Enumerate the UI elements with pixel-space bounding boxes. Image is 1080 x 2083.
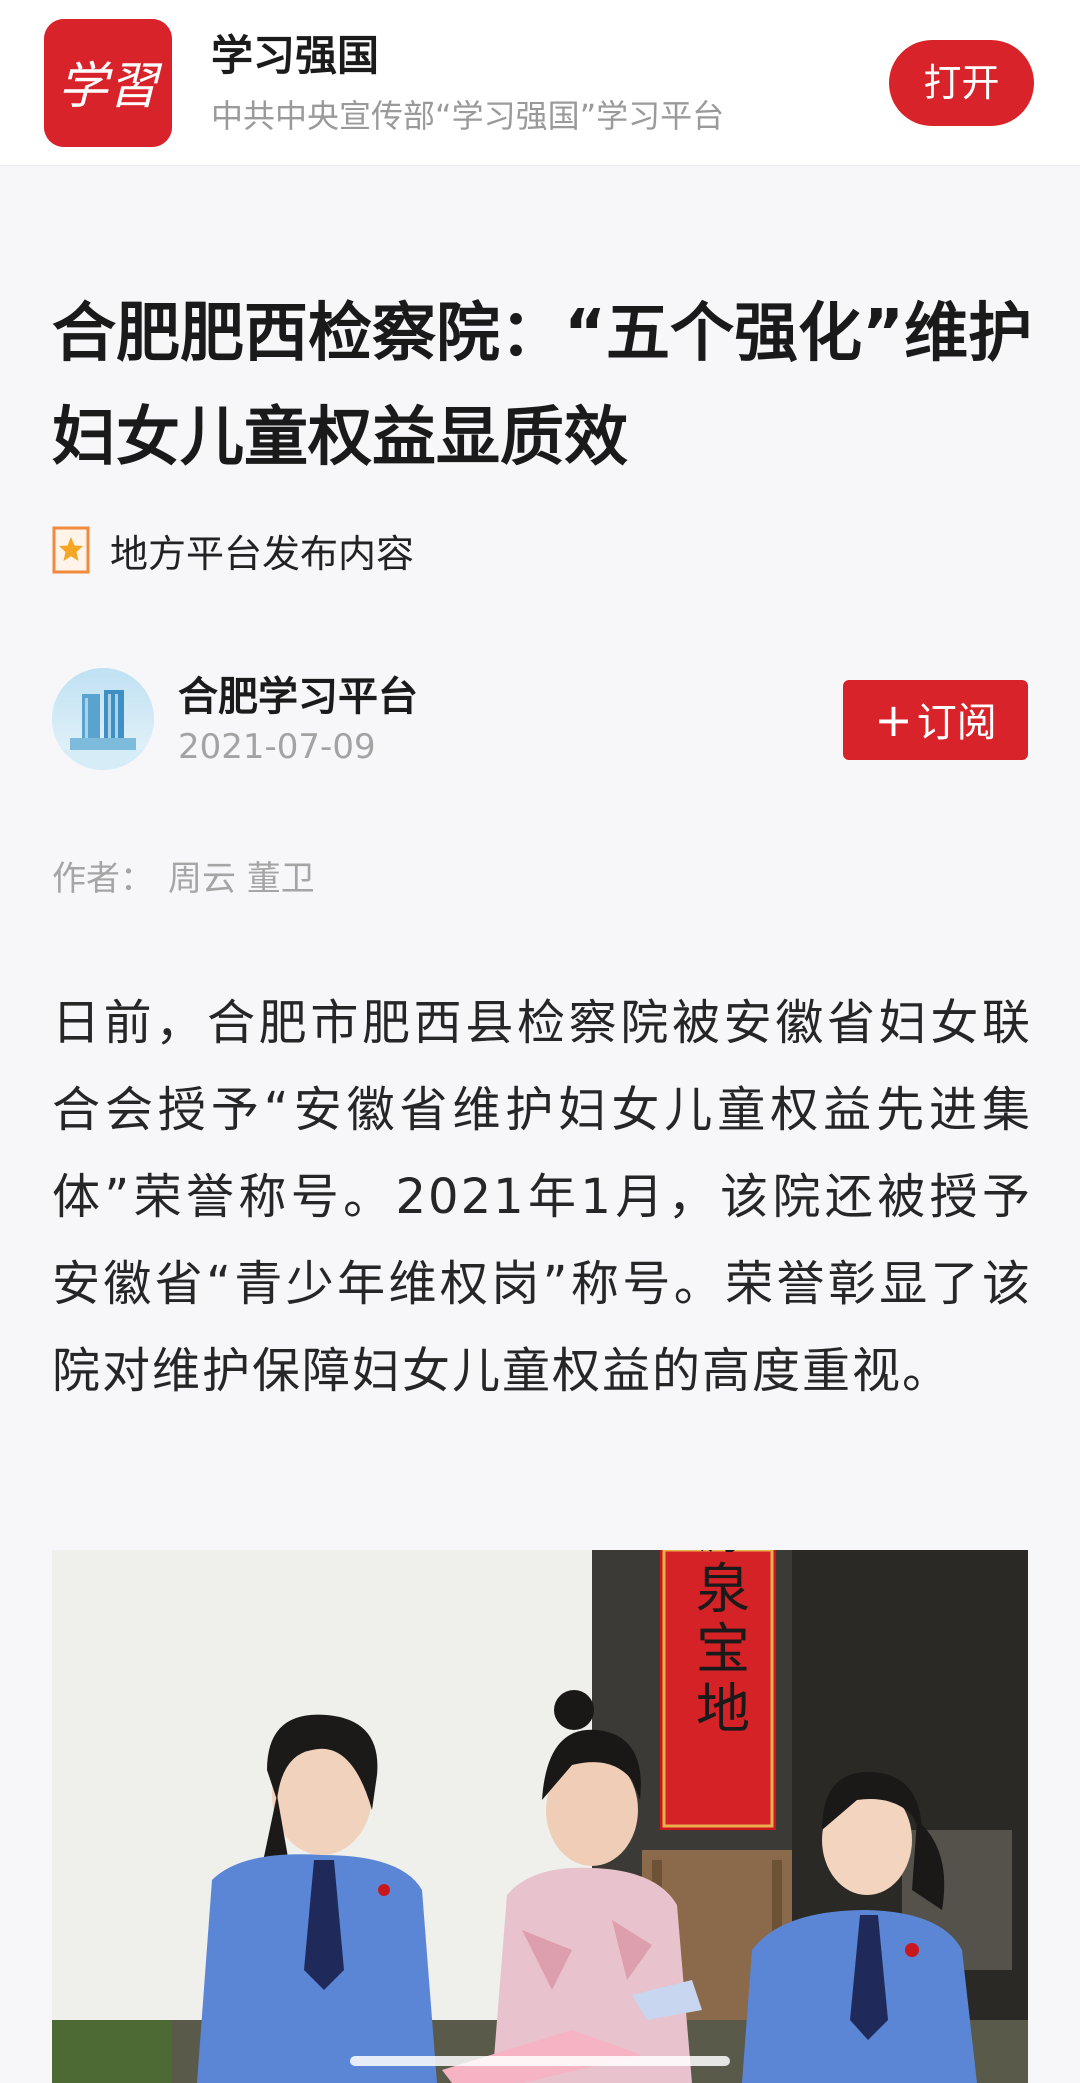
photo-banner-text: 源泉宝地 [687,1550,750,1740]
publisher-name[interactable]: 合肥学习平台 [178,672,418,722]
source-tag: 地方平台发布内容 [52,522,414,578]
subscribe-label: 订阅 [916,700,997,746]
publisher-row: 合肥学习平台 2021-07-09 + 订阅 [52,668,1028,772]
open-app-button[interactable]: 打开 [889,40,1034,126]
author-line: 作者： 周云 董卫 [52,857,315,901]
publish-date: 2021-07-09 [178,727,376,767]
source-tag-text: 地方平台发布内容 [110,531,415,576]
subscribe-button[interactable]: + 订阅 [843,680,1028,760]
app-logo-text: 学習 [58,57,163,115]
author-names: 周云 董卫 [168,859,315,899]
app-name: 学习强国 [211,31,380,80]
star-bookmark-icon [52,526,90,574]
home-indicator[interactable] [350,2056,730,2066]
app-download-banner: 学習 学习强国 中共中央宣传部“学习强国”学习平台 打开 [0,0,1080,166]
article-title: 合肥肥西检察院：“五个强化”维护妇女儿童权益显质效 [52,297,1033,475]
plus-icon: + [874,693,913,747]
publisher-avatar[interactable] [52,668,154,770]
app-logo-icon[interactable]: 学習 [44,19,172,147]
article-paragraph: 日前，合肥市肥西县检察院被安徽省妇女联合会授予“安徽省维护妇女儿童权益先进集体”… [52,995,1032,1399]
article-photo[interactable]: 源泉宝地 [52,1550,1028,2083]
app-subtitle: 中共中央宣传部“学习强国”学习平台 [211,97,725,135]
author-label: 作者： [52,859,154,899]
